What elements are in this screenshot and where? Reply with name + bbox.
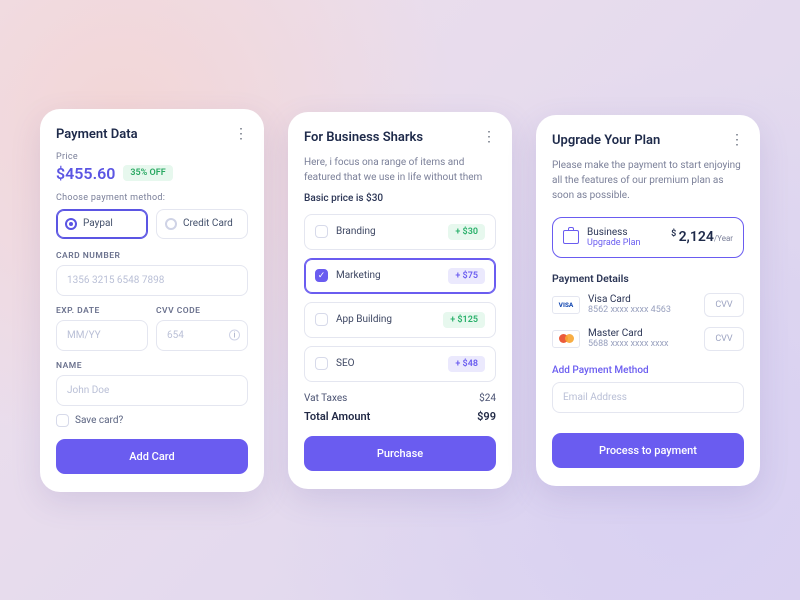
- cvv-input[interactable]: CVV: [704, 327, 744, 351]
- option-app-building[interactable]: App Building + $125: [304, 302, 496, 338]
- name-label: NAME: [56, 361, 248, 371]
- plan-price: $ 2,124/Year: [671, 229, 733, 245]
- option-label: Marketing: [336, 270, 381, 281]
- option-price: + $125: [443, 312, 485, 328]
- method-credit[interactable]: Credit Card: [156, 209, 248, 239]
- method-label-text: Paypal: [83, 218, 113, 229]
- option-label: App Building: [336, 314, 392, 325]
- method-label-text: Credit Card: [183, 218, 233, 229]
- mastercard-icon: [552, 330, 580, 348]
- card-number-input[interactable]: [56, 265, 248, 296]
- checkbox-icon: [315, 225, 328, 238]
- radio-icon: [65, 218, 77, 230]
- payment-data-card: Payment Data ⋮ Price $455.60 35% OFF Cho…: [40, 109, 264, 492]
- payment-card-row: VISA Visa Card8562 xxxx xxxx 4563 CVV: [552, 293, 744, 317]
- option-branding[interactable]: Branding + $30: [304, 214, 496, 250]
- price-label: Price: [56, 152, 248, 162]
- exp-label: EXP. DATE: [56, 306, 148, 316]
- option-marketing[interactable]: ✓ Marketing + $75: [304, 258, 496, 294]
- option-price: + $75: [448, 268, 485, 284]
- upgrade-plan-card: Upgrade Your Plan ⋮ Please make the paym…: [536, 115, 760, 486]
- plan-name: Business: [587, 227, 641, 238]
- radio-icon: [165, 218, 177, 230]
- card-number-label: CARD NUMBER: [56, 251, 248, 261]
- payment-card-row: Master Card5688 xxxx xxxx xxxx CVV: [552, 327, 744, 351]
- exp-input[interactable]: [56, 320, 148, 351]
- option-label: SEO: [336, 358, 355, 369]
- checkbox-icon: [315, 357, 328, 370]
- card-description: Please make the payment to start enjoyin…: [552, 158, 744, 203]
- more-icon[interactable]: ⋮: [234, 127, 248, 141]
- price-value: $455.60: [56, 164, 115, 183]
- purchase-button[interactable]: Purchase: [304, 436, 496, 471]
- card-title: For Business Sharks: [304, 130, 423, 145]
- card-description: Here, i focus ona range of items and fea…: [304, 155, 496, 185]
- name-input[interactable]: [56, 375, 248, 406]
- payment-details-title: Payment Details: [552, 272, 744, 285]
- options-list: Branding + $30 ✓ Marketing + $75 App Building…: [304, 214, 496, 390]
- vat-value: $24: [479, 393, 496, 404]
- card-number: 8562 xxxx xxxx 4563: [588, 305, 671, 315]
- more-icon[interactable]: ⋮: [482, 130, 496, 144]
- process-payment-button[interactable]: Process to payment: [552, 433, 744, 468]
- total-value: $99: [477, 410, 496, 423]
- card-name: Visa Card: [588, 294, 671, 305]
- info-icon[interactable]: i: [229, 330, 240, 341]
- card-title: Payment Data: [56, 127, 138, 142]
- vat-label: Vat Taxes: [304, 393, 347, 404]
- card-title: Upgrade Your Plan: [552, 133, 660, 148]
- option-price: + $48: [448, 356, 485, 372]
- plan-link[interactable]: Upgrade Plan: [587, 238, 641, 248]
- checkbox-icon: [315, 313, 328, 326]
- cvv-input[interactable]: CVV: [704, 293, 744, 317]
- cvv-label: CVV CODE: [156, 306, 248, 316]
- business-sharks-card: For Business Sharks ⋮ Here, i focus ona …: [288, 112, 512, 489]
- checkbox-icon: ✓: [315, 269, 328, 282]
- add-card-button[interactable]: Add Card: [56, 439, 248, 474]
- add-payment-method[interactable]: Add Payment Method: [552, 365, 744, 376]
- card-number: 5688 xxxx xxxx xxxx: [588, 339, 669, 349]
- method-label: Choose payment method:: [56, 193, 248, 203]
- total-label: Total Amount: [304, 410, 370, 423]
- card-name: Master Card: [588, 328, 669, 339]
- visa-icon: VISA: [552, 296, 580, 314]
- option-price: + $30: [448, 224, 485, 240]
- more-icon[interactable]: ⋮: [730, 133, 744, 147]
- method-paypal[interactable]: Paypal: [56, 209, 148, 239]
- option-label: Branding: [336, 226, 376, 237]
- save-card-label: Save card?: [75, 415, 123, 426]
- briefcase-icon: [563, 230, 579, 244]
- email-input[interactable]: [552, 382, 744, 413]
- save-card-checkbox[interactable]: [56, 414, 69, 427]
- base-price: Basic price is $30: [304, 193, 496, 204]
- plan-box[interactable]: Business Upgrade Plan $ 2,124/Year: [552, 217, 744, 258]
- discount-badge: 35% OFF: [123, 165, 172, 181]
- option-seo[interactable]: SEO + $48: [304, 346, 496, 382]
